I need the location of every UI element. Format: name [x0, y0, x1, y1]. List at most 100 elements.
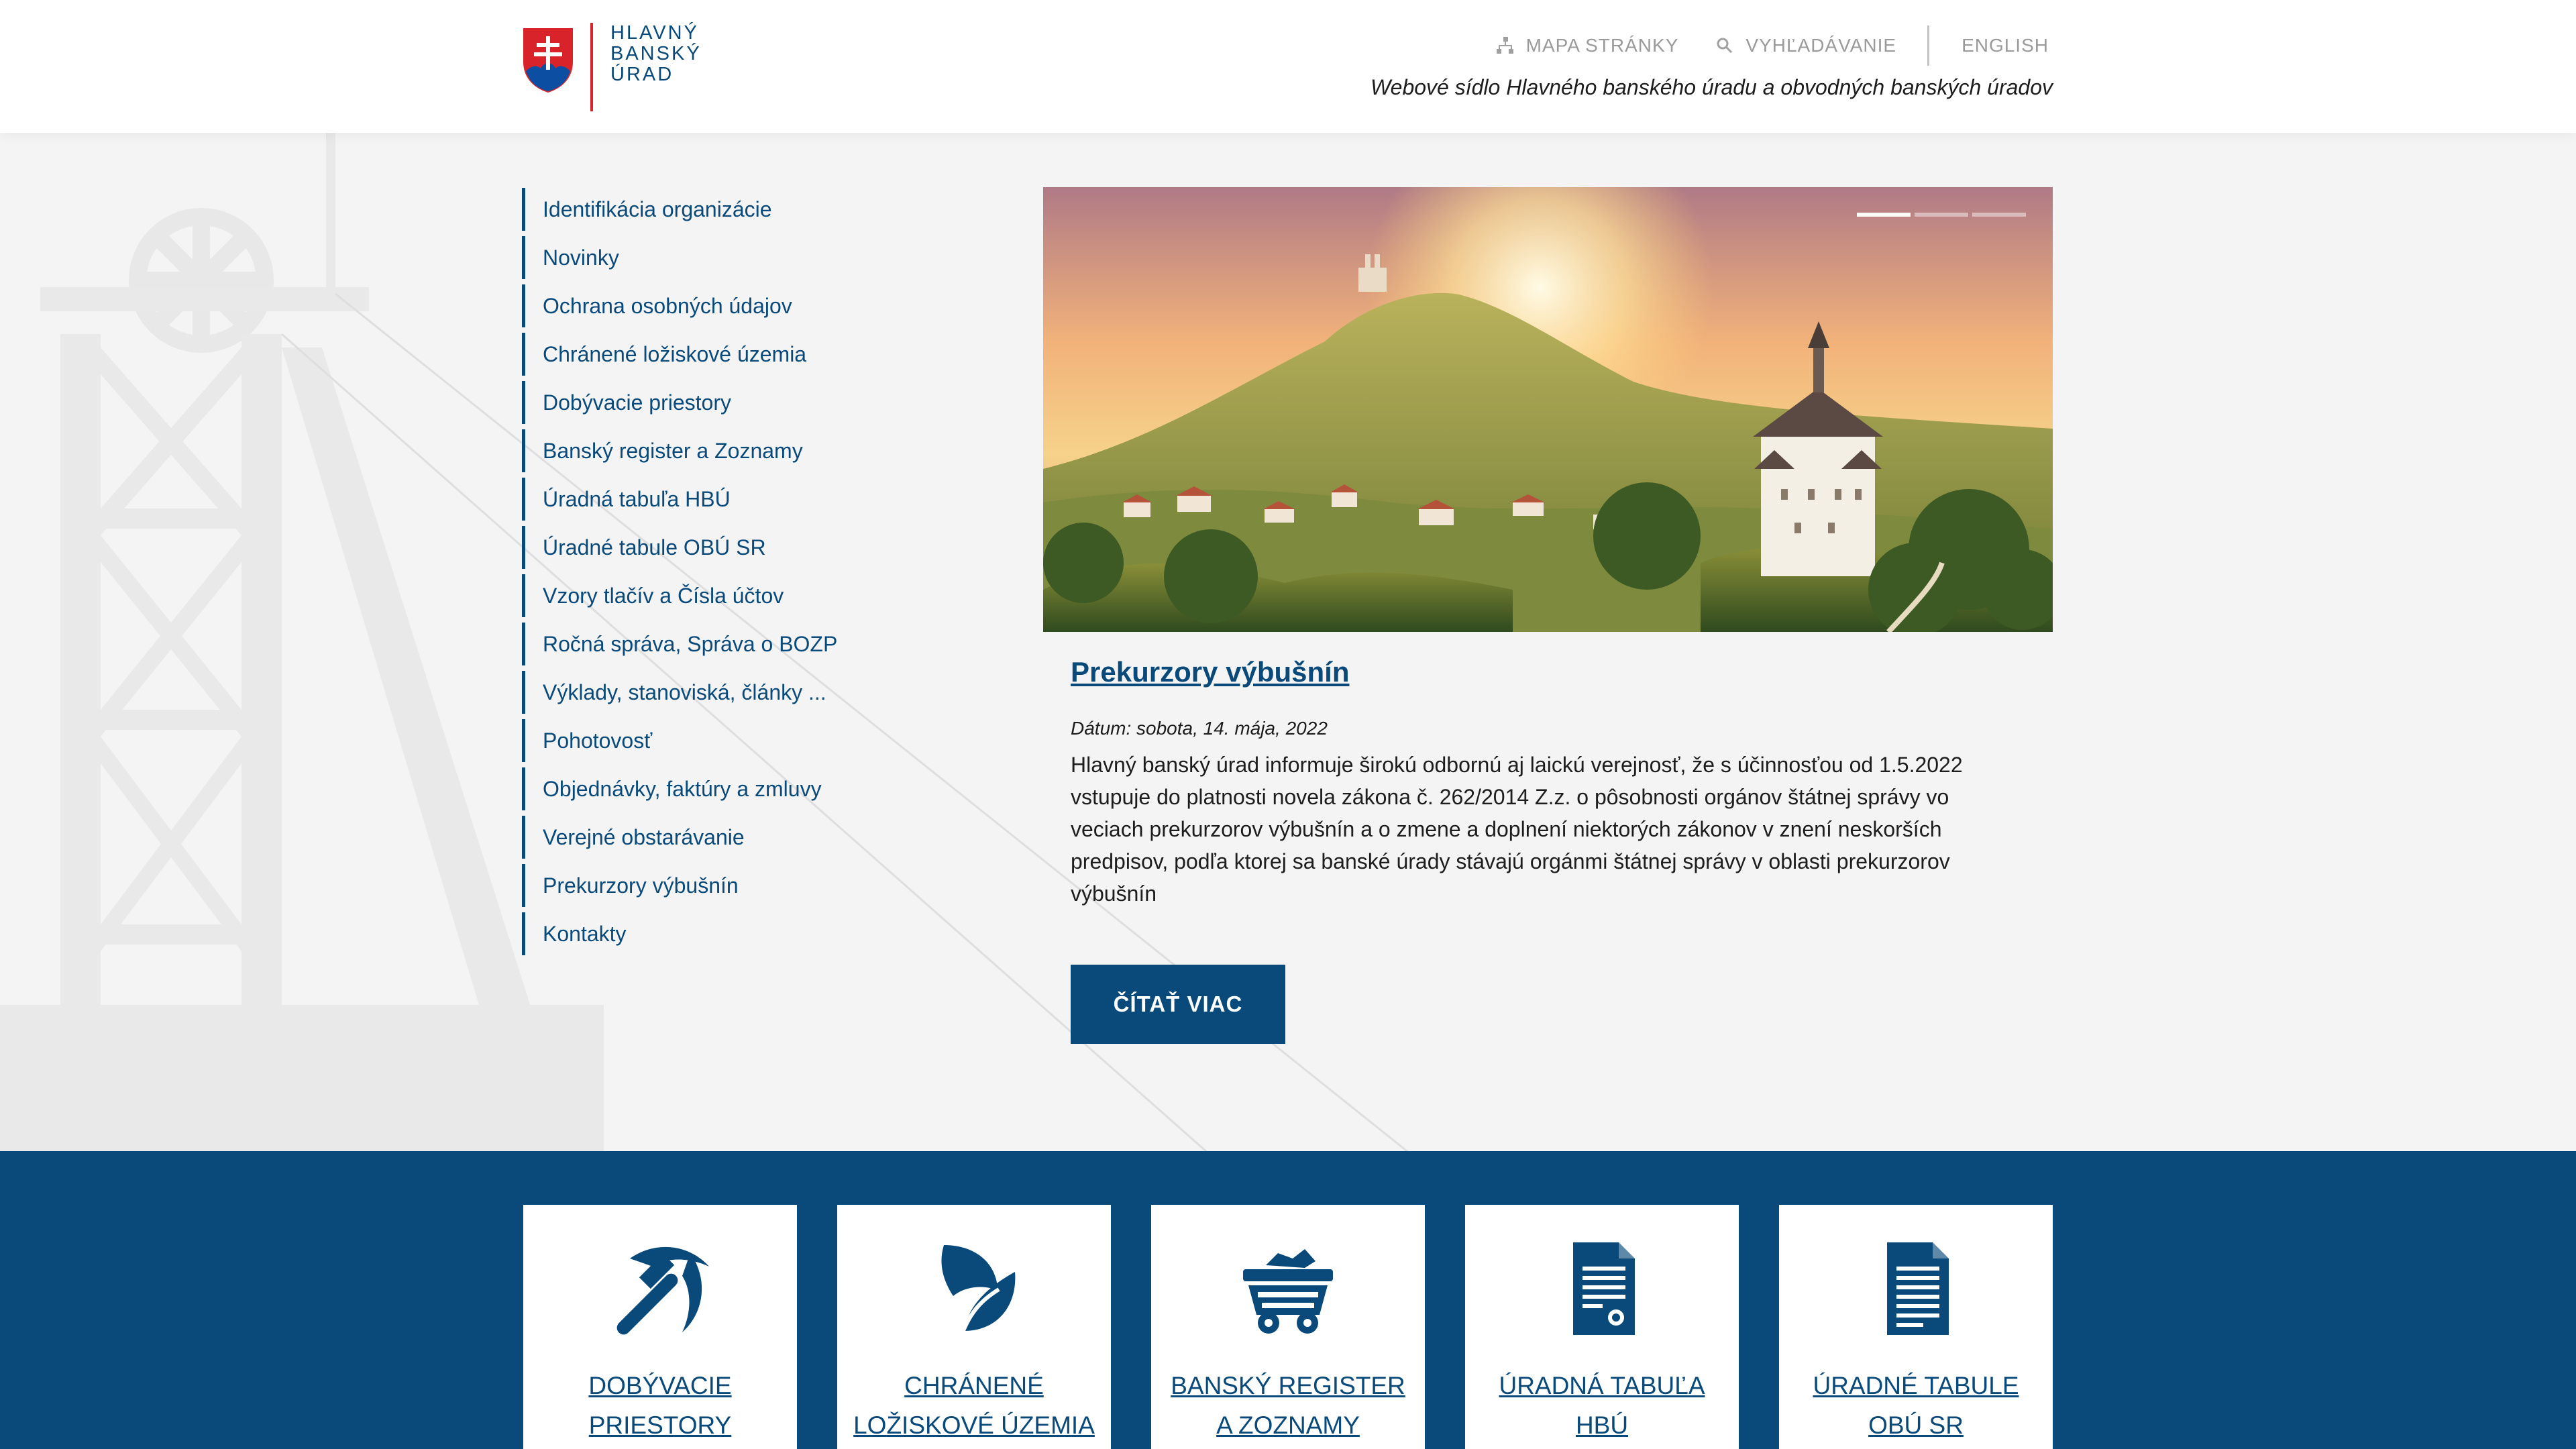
sidebar-item-marker	[522, 284, 525, 327]
quick-link-label-line-1: DOBÝVACIE	[588, 1372, 732, 1399]
leaf-icon	[941, 1245, 1016, 1334]
search-label: VYHĽADÁVANIE	[1746, 35, 1897, 56]
search-icon	[1717, 38, 1733, 54]
quick-link-card-uradne-tabule-obu-sr[interactable]: ÚRADNÉ TABULE OBÚ SR	[1779, 1205, 2053, 1449]
sidebar-item-label: Novinky	[543, 245, 619, 270]
quick-links-band: DOBÝVACIE PRIESTORY CHRÁNENÉ LOŽISKOVÉ Ú…	[0, 1151, 2576, 1449]
document-icon	[1887, 1242, 1949, 1335]
quick-link-label: BANSKÝ REGISTER A ZOZNAMY	[1165, 1366, 1411, 1445]
logo-line-1: HLAVNÝ	[610, 22, 699, 44]
sidebar-item-label: Úradné tabule OBÚ SR	[543, 535, 766, 559]
sidebar-item-label: Banský register a Zoznamy	[543, 438, 803, 463]
article-text: Hlavný banský úrad informuje širokú odbo…	[1071, 753, 1963, 906]
sidebar-item-label: Ochrana osobných údajov	[543, 293, 792, 318]
quick-link-label: ÚRADNÁ TABUĽA HBÚ	[1479, 1366, 1725, 1445]
sidebar-item-marker	[522, 478, 525, 521]
quick-link-label-line-2: LOŽISKOVÉ ÚZEMIA	[853, 1411, 1095, 1439]
language-english-link[interactable]: ENGLISH	[1962, 35, 2049, 56]
sidebar-item-16[interactable]: Kontakty	[522, 910, 898, 958]
language-label: ENGLISH	[1962, 35, 2049, 56]
site-logo[interactable]: HLAVNÝ BANSKÝ ÚRAD	[522, 23, 702, 114]
quick-link-label-line-2: OBÚ SR	[1868, 1411, 1964, 1439]
pickaxe-icon	[616, 1246, 709, 1335]
sidebar-item-label: Objednávky, faktúry a zmluvy	[543, 776, 822, 801]
quick-link-label: DOBÝVACIE PRIESTORY	[537, 1366, 784, 1445]
sidebar-item-marker	[522, 236, 525, 279]
sidebar-item-15[interactable]: Prekurzory výbušnín	[522, 861, 898, 910]
sidebar-item-11[interactable]: Výklady, stanoviská, články ...	[522, 668, 898, 716]
hero-landscape-image	[1043, 187, 2053, 632]
quick-link-card-bansky-register[interactable]: BANSKÝ REGISTER A ZOZNAMY	[1151, 1205, 1425, 1449]
sidebar-item-label: Identifikácia organizácie	[543, 197, 772, 221]
sidebar-item-label: Kontakty	[543, 921, 627, 946]
quick-link-card-dobyvacie-priestory[interactable]: DOBÝVACIE PRIESTORY	[523, 1205, 797, 1449]
sidebar-item-marker	[522, 526, 525, 569]
sidebar-item-label: Úradná tabuľa HBÚ	[543, 486, 731, 511]
sidebar-item-label: Pohotovosť	[543, 728, 653, 753]
sidebar-item-10[interactable]: Ročná správa, Správa o BOZP	[522, 620, 898, 668]
sidebar-item-9[interactable]: Vzory tlačív a Čísla účtov	[522, 572, 898, 620]
sidebar-item-marker	[522, 188, 525, 231]
quick-link-card-chranene-loziskove-uzemia[interactable]: CHRÁNENÉ LOŽISKOVÉ ÚZEMIA	[837, 1205, 1111, 1449]
quick-link-label: ÚRADNÉ TABULE OBÚ SR	[1792, 1366, 2039, 1445]
sidebar-item-label: Výklady, stanoviská, články ...	[543, 680, 826, 704]
sidebar-item-marker	[522, 719, 525, 762]
top-links-divider	[1927, 25, 1930, 66]
sidebar-item-3[interactable]: Ochrana osobných údajov	[522, 282, 898, 330]
sidebar-item-13[interactable]: Objednávky, faktúry a zmluvy	[522, 765, 898, 813]
sidebar-item-marker	[522, 574, 525, 617]
sidebar-item-5[interactable]: Dobývacie priestory	[522, 378, 898, 427]
article-date: Dátum: sobota, 14. mája, 2022	[1071, 718, 1328, 739]
sidebar-item-label: Verejné obstarávanie	[543, 824, 745, 849]
quick-link-label-line-2: PRIESTORY	[588, 1411, 732, 1439]
sidebar-item-marker	[522, 381, 525, 424]
sidebar-item-12[interactable]: Pohotovosť	[522, 716, 898, 765]
sidebar-item-14[interactable]: Verejné obstarávanie	[522, 813, 898, 861]
slovak-coat-of-arms-icon	[523, 28, 573, 93]
logo-text: HLAVNÝ BANSKÝ ÚRAD	[610, 23, 702, 85]
sidebar-item-6[interactable]: Banský register a Zoznamy	[522, 427, 898, 475]
sidebar-item-marker	[522, 864, 525, 907]
sidebar-item-label: Chránené ložiskové územia	[543, 341, 807, 366]
sidebar-item-1[interactable]: Identifikácia organizácie	[522, 185, 898, 233]
site-header: HLAVNÝ BANSKÝ ÚRAD MAPA STRÁNKY VYHĽADÁV…	[0, 0, 2576, 133]
page: HLAVNÝ BANSKÝ ÚRAD MAPA STRÁNKY VYHĽADÁV…	[0, 0, 2576, 1449]
sidebar-item-marker	[522, 912, 525, 955]
article-title-link[interactable]: Prekurzory výbušnín	[1071, 656, 1349, 688]
quick-link-label-line-1: BANSKÝ REGISTER	[1171, 1372, 1405, 1399]
quick-link-card-uradna-tabula-hbu[interactable]: ÚRADNÁ TABUĽA HBÚ	[1465, 1205, 1739, 1449]
sidebar-item-label: Prekurzory výbušnín	[543, 873, 739, 898]
sidebar-item-label: Vzory tlačív a Čísla účtov	[543, 583, 784, 608]
sidebar-item-label: Dobývacie priestory	[543, 390, 731, 415]
carousel-indicator-2[interactable]	[1915, 213, 1968, 217]
quick-link-label-line-1: ÚRADNÉ TABULE	[1813, 1372, 2019, 1399]
carousel-indicator-3[interactable]	[1972, 213, 2026, 217]
quick-link-label-line-1: CHRÁNENÉ	[904, 1372, 1044, 1399]
mine-cart-icon	[1243, 1249, 1333, 1334]
quick-link-label-line-2: HBÚ	[1575, 1411, 1629, 1439]
sidebar-nav: Identifikácia organizácie Novinky Ochrana …	[522, 185, 898, 958]
carousel-indicator-1[interactable]	[1857, 213, 1911, 217]
quick-link-label: CHRÁNENÉ LOŽISKOVÉ ÚZEMIA	[851, 1366, 1097, 1445]
featured-article: Prekurzory výbušnín Dátum: sobota, 14. m…	[1071, 656, 2010, 910]
sidebar-item-8[interactable]: Úradné tabule OBÚ SR	[522, 523, 898, 572]
logo-line-3: ÚRAD	[610, 64, 674, 85]
hero-carousel[interactable]	[1043, 187, 2053, 632]
sidebar-item-7[interactable]: Úradná tabuľa HBÚ	[522, 475, 898, 523]
quick-link-label-line-1: ÚRADNÁ TABUĽA	[1499, 1372, 1705, 1399]
sidebar-item-label: Ročná správa, Správa o BOZP	[543, 631, 838, 656]
logo-divider	[590, 23, 593, 111]
sidebar-item-2[interactable]: Novinky	[522, 233, 898, 282]
sidebar-item-marker	[522, 623, 525, 665]
logo-line-2: BANSKÝ	[610, 43, 702, 64]
read-more-button[interactable]: ČÍTAŤ VIAC	[1071, 965, 1285, 1044]
sitemap-label: MAPA STRÁNKY	[1525, 35, 1679, 56]
site-tagline: Webové sídlo Hlavného banského úradu a o…	[1371, 75, 2053, 99]
sidebar-item-marker	[522, 816, 525, 859]
carousel-indicators	[1853, 213, 2026, 217]
sitemap-icon	[1496, 37, 1513, 54]
search-link[interactable]: VYHĽADÁVANIE	[1716, 35, 1896, 56]
sidebar-item-marker	[522, 767, 525, 810]
sitemap-link[interactable]: MAPA STRÁNKY	[1496, 35, 1679, 56]
sidebar-item-4[interactable]: Chránené ložiskové územia	[522, 330, 898, 378]
